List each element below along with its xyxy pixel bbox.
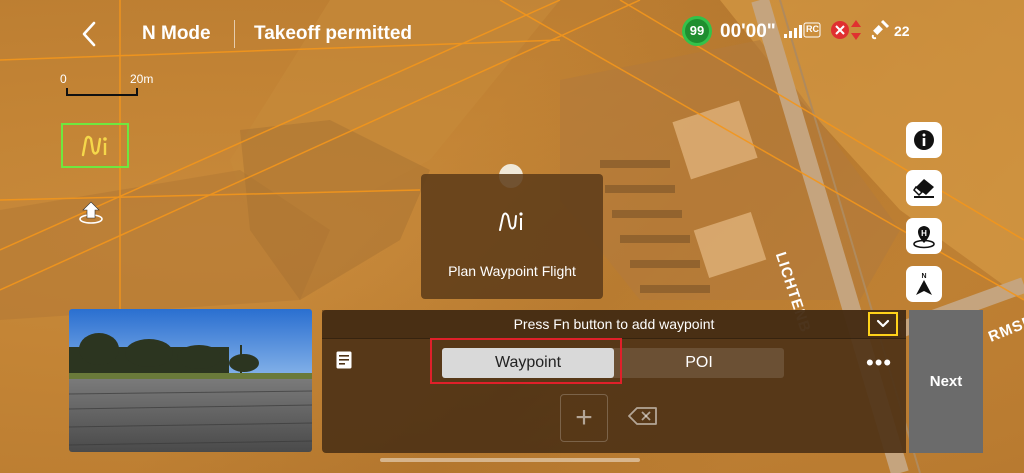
map-scale: 0 20m bbox=[60, 72, 154, 98]
satellite-icon[interactable] bbox=[870, 19, 892, 46]
camera-preview[interactable] bbox=[69, 309, 312, 452]
chevron-down-icon bbox=[876, 319, 890, 328]
divider bbox=[234, 20, 235, 48]
hint-text: Press Fn button to add waypoint bbox=[513, 316, 715, 332]
route-icon bbox=[497, 208, 527, 239]
home-point-icon: H bbox=[913, 226, 935, 249]
scale-min: 0 bbox=[60, 72, 67, 86]
battery-icon[interactable]: 99 bbox=[682, 16, 712, 46]
satellite-count: 22 bbox=[894, 23, 910, 39]
waypoint-list-button[interactable] bbox=[336, 351, 352, 374]
route-icon bbox=[81, 135, 107, 156]
backspace-icon bbox=[628, 407, 657, 425]
tab-poi[interactable]: POI bbox=[614, 348, 784, 378]
eraser-button[interactable] bbox=[906, 170, 942, 206]
scale-bar bbox=[66, 88, 138, 96]
more-button[interactable]: ••• bbox=[866, 350, 892, 376]
flight-mode[interactable]: N Mode bbox=[142, 23, 211, 45]
delete-waypoint-button[interactable] bbox=[628, 406, 658, 431]
home-point-button[interactable]: H bbox=[906, 218, 942, 254]
svg-text:N: N bbox=[921, 273, 926, 280]
eraser-icon bbox=[913, 179, 934, 198]
takeoff-status: Takeoff permitted bbox=[254, 23, 413, 44]
scale-max: 20m bbox=[130, 72, 154, 86]
add-waypoint-button[interactable]: + bbox=[560, 394, 608, 442]
rc-signal-icon[interactable]: RC bbox=[784, 22, 824, 40]
north-icon: N bbox=[916, 273, 932, 295]
list-icon bbox=[336, 351, 352, 369]
plan-waypoint-label: Plan Waypoint Flight bbox=[448, 263, 576, 279]
takeoff-button[interactable] bbox=[76, 196, 106, 226]
takeoff-icon bbox=[79, 201, 103, 224]
flight-time: 00'00" bbox=[720, 21, 776, 42]
top-bar: N Mode Takeoff permitted 99 00'00" RC 22 bbox=[0, 0, 1024, 68]
rc-label: RC bbox=[806, 24, 819, 34]
route-button[interactable] bbox=[61, 123, 129, 168]
svg-text:H: H bbox=[921, 229, 927, 238]
hint-bar: Press Fn button to add waypoint bbox=[322, 310, 906, 339]
info-button[interactable] bbox=[906, 122, 942, 158]
info-icon bbox=[914, 130, 934, 150]
warning-icon[interactable] bbox=[830, 18, 864, 47]
collapse-button[interactable] bbox=[868, 312, 898, 336]
plan-waypoint-card[interactable]: Plan Waypoint Flight bbox=[421, 174, 603, 299]
mode-segmented-control: Waypoint POI bbox=[442, 348, 784, 378]
home-indicator[interactable] bbox=[380, 458, 640, 462]
tab-waypoint[interactable]: Waypoint bbox=[442, 348, 614, 378]
back-button[interactable] bbox=[78, 20, 102, 48]
next-button[interactable]: Next bbox=[909, 310, 983, 453]
north-button[interactable]: N bbox=[906, 266, 942, 302]
back-icon bbox=[82, 21, 96, 47]
waypoint-panel: Press Fn button to add waypoint Waypoint… bbox=[322, 310, 906, 453]
